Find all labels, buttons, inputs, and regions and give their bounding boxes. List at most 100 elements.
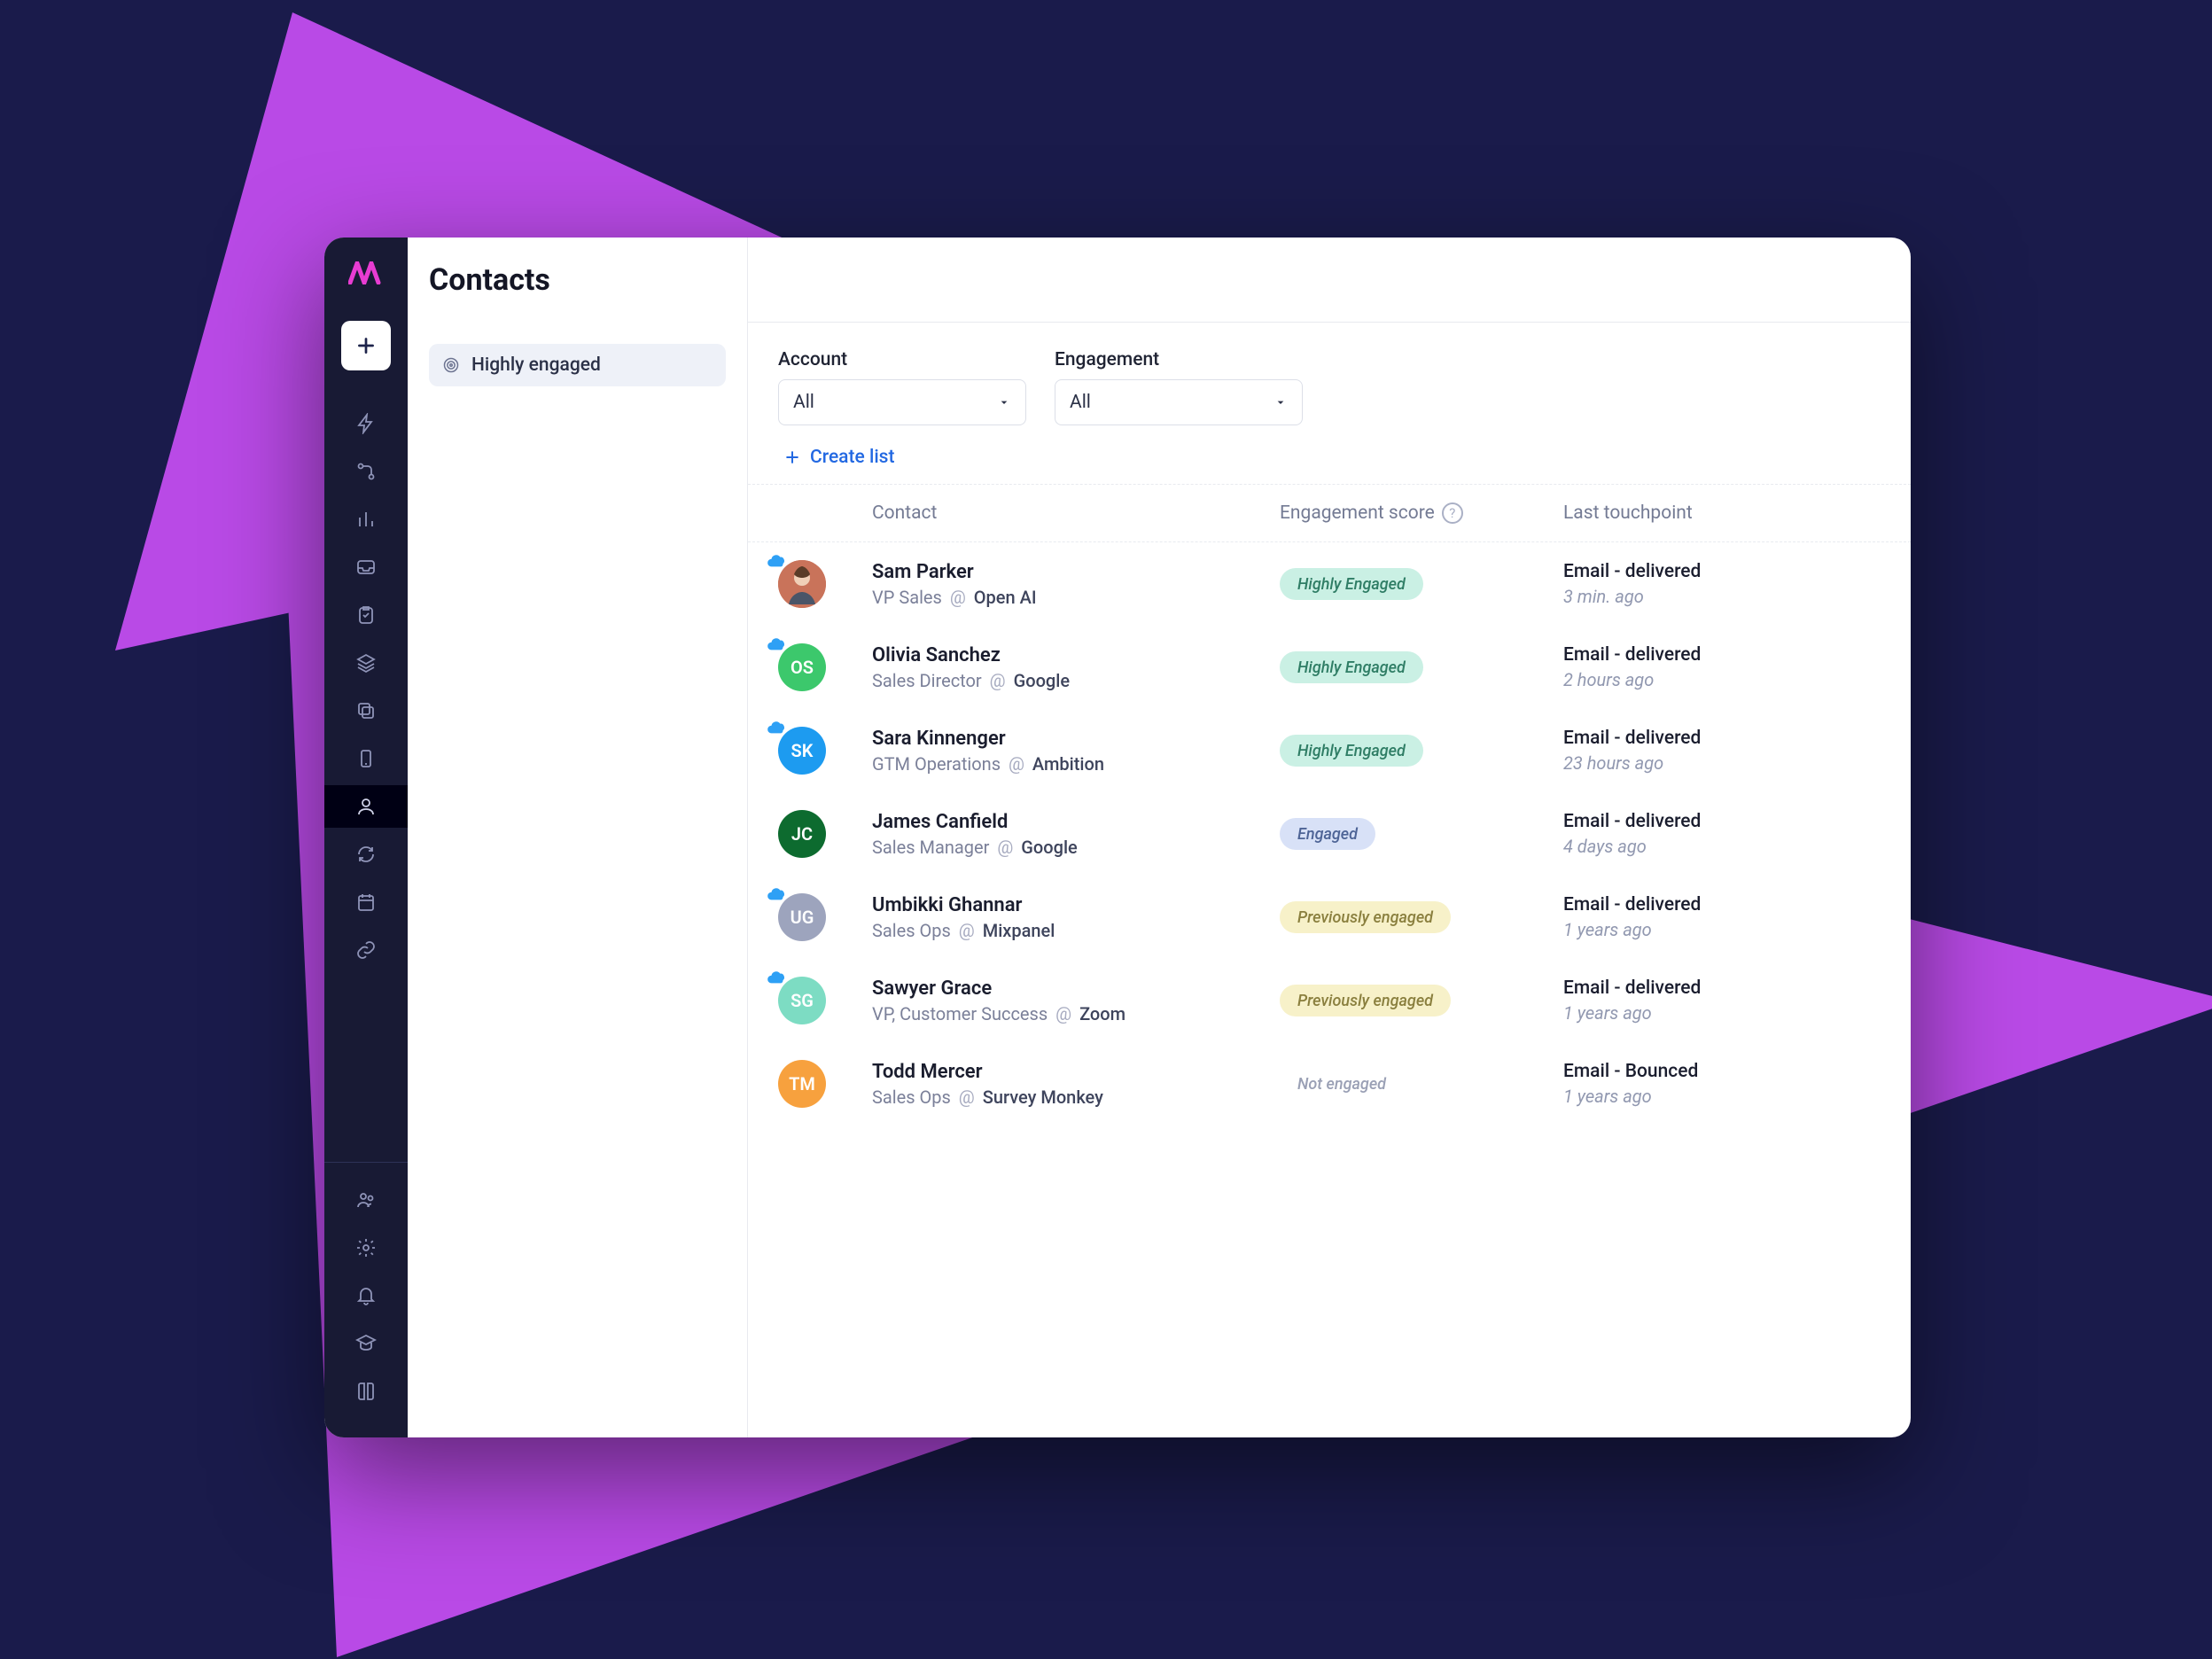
lists-panel: Contacts Highly engaged xyxy=(408,238,748,1437)
nav-analytics-icon[interactable] xyxy=(324,498,408,541)
touchpoint-title: Email - delivered xyxy=(1563,644,1856,666)
table-row[interactable]: Sam ParkerVP Sales @ Open AIHighly Engag… xyxy=(748,542,1911,626)
column-touchpoint: Last touchpoint xyxy=(1563,502,1856,524)
filter-engagement-select[interactable]: All xyxy=(1055,379,1303,425)
touchpoint-time: 1 years ago xyxy=(1563,919,1856,940)
avatar: TM xyxy=(778,1060,826,1108)
engagement-cell: Previously engaged xyxy=(1280,985,1563,1016)
nav-flow-icon[interactable] xyxy=(324,450,408,493)
contact-cell: Sam ParkerVP Sales @ Open AI xyxy=(872,561,1280,608)
table-row[interactable]: OSOlivia SanchezSales Director @ GoogleH… xyxy=(748,626,1911,709)
contact-role: Sales Ops @ Mixpanel xyxy=(872,920,1280,941)
touchpoint-title: Email - delivered xyxy=(1563,811,1856,832)
list-item-highly-engaged[interactable]: Highly engaged xyxy=(429,344,726,386)
contact-name: Sawyer Grace xyxy=(872,977,1280,1000)
chevron-down-icon xyxy=(1273,395,1288,409)
nav-contacts-icon[interactable] xyxy=(324,785,408,828)
salesforce-cloud-icon xyxy=(766,720,789,737)
avatar-cell: SK xyxy=(778,727,872,775)
engagement-cell: Previously engaged xyxy=(1280,901,1563,933)
nav-notifications-icon[interactable] xyxy=(324,1274,408,1317)
touchpoint-title: Email - delivered xyxy=(1563,977,1856,999)
filter-account: Account All xyxy=(778,349,1026,425)
engagement-cell: Engaged xyxy=(1280,818,1563,850)
main-header xyxy=(748,238,1911,323)
avatar-cell: TM xyxy=(778,1060,872,1108)
filter-engagement-value: All xyxy=(1070,392,1091,413)
avatar-cell: OS xyxy=(778,643,872,691)
table-row[interactable]: JC James Canfield Sales Manager @ GoogleEn… xyxy=(748,792,1911,876)
engagement-badge: Not engaged xyxy=(1280,1068,1404,1100)
column-engagement: Engagement score ? xyxy=(1280,502,1563,524)
contact-name: Umbikki Ghannar xyxy=(872,894,1280,916)
nav-calendar-icon[interactable] xyxy=(324,881,408,923)
app-window: Contacts Highly engaged Account All Eng xyxy=(324,238,1911,1437)
avatar-cell xyxy=(778,560,872,608)
avatar-cell: JC xyxy=(778,810,872,858)
contact-name: Sara Kinnenger xyxy=(872,728,1280,750)
nav-rail xyxy=(324,238,408,1437)
contact-role: Sales Director @ Google xyxy=(872,670,1280,691)
touchpoint-cell: Email - delivered2 hours ago xyxy=(1563,644,1856,690)
nav-education-icon[interactable] xyxy=(324,1322,408,1365)
avatar-initials: UG xyxy=(791,907,814,928)
nav-link-icon[interactable] xyxy=(324,929,408,971)
salesforce-cloud-icon xyxy=(766,636,789,654)
contact-cell: Sara KinnengerGTM Operations @ Ambition xyxy=(872,728,1280,775)
engagement-badge: Highly Engaged xyxy=(1280,568,1423,600)
filter-engagement-label: Engagement xyxy=(1055,349,1303,370)
nav-quick-icon[interactable] xyxy=(324,402,408,445)
contact-name: Olivia Sanchez xyxy=(872,644,1280,666)
create-list-button[interactable]: Create list xyxy=(783,447,1881,468)
avatar-initials: OS xyxy=(791,657,814,678)
nav-refresh-icon[interactable] xyxy=(324,833,408,876)
avatar: JC xyxy=(778,810,826,858)
touchpoint-cell: Email - delivered1 years ago xyxy=(1563,977,1856,1024)
nav-copy-icon[interactable] xyxy=(324,689,408,732)
contact-rows: Sam ParkerVP Sales @ Open AIHighly Engag… xyxy=(748,542,1911,1437)
table-header: Contact Engagement score ? Last touchpoi… xyxy=(748,485,1911,542)
nav-items-bottom xyxy=(324,1163,408,1437)
filter-account-value: All xyxy=(793,392,814,413)
touchpoint-cell: Email - Bounced1 years ago xyxy=(1563,1061,1856,1107)
touchpoint-title: Email - delivered xyxy=(1563,894,1856,915)
nav-tasks-icon[interactable] xyxy=(324,594,408,636)
app-logo-icon xyxy=(348,261,384,285)
contact-role: Sales Manager @ Google xyxy=(872,837,1280,858)
help-icon[interactable]: ? xyxy=(1442,502,1463,524)
touchpoint-title: Email - delivered xyxy=(1563,728,1856,749)
nav-settings-icon[interactable] xyxy=(324,1227,408,1269)
salesforce-cloud-icon xyxy=(766,970,789,987)
salesforce-cloud-icon xyxy=(766,553,789,571)
nav-inbox-icon[interactable] xyxy=(324,546,408,588)
plus-icon xyxy=(783,448,801,466)
engagement-badge: Engaged xyxy=(1280,818,1375,850)
nav-layers-icon[interactable] xyxy=(324,642,408,684)
engagement-cell: Highly Engaged xyxy=(1280,735,1563,767)
touchpoint-cell: Email - delivered 1 years ago xyxy=(1563,894,1856,940)
page-title: Contacts xyxy=(429,262,726,298)
compose-button[interactable] xyxy=(341,321,391,370)
table-row[interactable]: TMTodd MercerSales Ops @ Survey MonkeyNo… xyxy=(748,1042,1911,1125)
filter-account-select[interactable]: All xyxy=(778,379,1026,425)
target-icon xyxy=(441,355,461,375)
touchpoint-cell: Email - delivered 4 days ago xyxy=(1563,811,1856,857)
table-row[interactable]: UG Umbikki Ghannar Sales Ops @ MixpanelPre… xyxy=(748,876,1911,959)
filter-engagement: Engagement All xyxy=(1055,349,1303,425)
column-contact: Contact xyxy=(872,502,1280,524)
touchpoint-time: 4 days ago xyxy=(1563,836,1856,857)
touchpoint-time: 3 min. ago xyxy=(1563,586,1856,607)
engagement-cell: Not engaged xyxy=(1280,1068,1563,1100)
table-row[interactable]: SGSawyer GraceVP, Customer Success @ Zoo… xyxy=(748,959,1911,1042)
chevron-down-icon xyxy=(997,395,1011,409)
nav-mobile-icon[interactable] xyxy=(324,737,408,780)
nav-docs-icon[interactable] xyxy=(324,1370,408,1413)
contact-name: James Canfield xyxy=(872,811,1280,833)
avatar-cell: UG xyxy=(778,893,872,941)
nav-team-icon[interactable] xyxy=(324,1179,408,1221)
table-row[interactable]: SKSara KinnengerGTM Operations @ Ambitio… xyxy=(748,709,1911,792)
avatar-initials: JC xyxy=(791,823,813,845)
salesforce-cloud-icon xyxy=(766,886,789,904)
touchpoint-time: 23 hours ago xyxy=(1563,752,1856,774)
engagement-badge: Highly Engaged xyxy=(1280,735,1423,767)
